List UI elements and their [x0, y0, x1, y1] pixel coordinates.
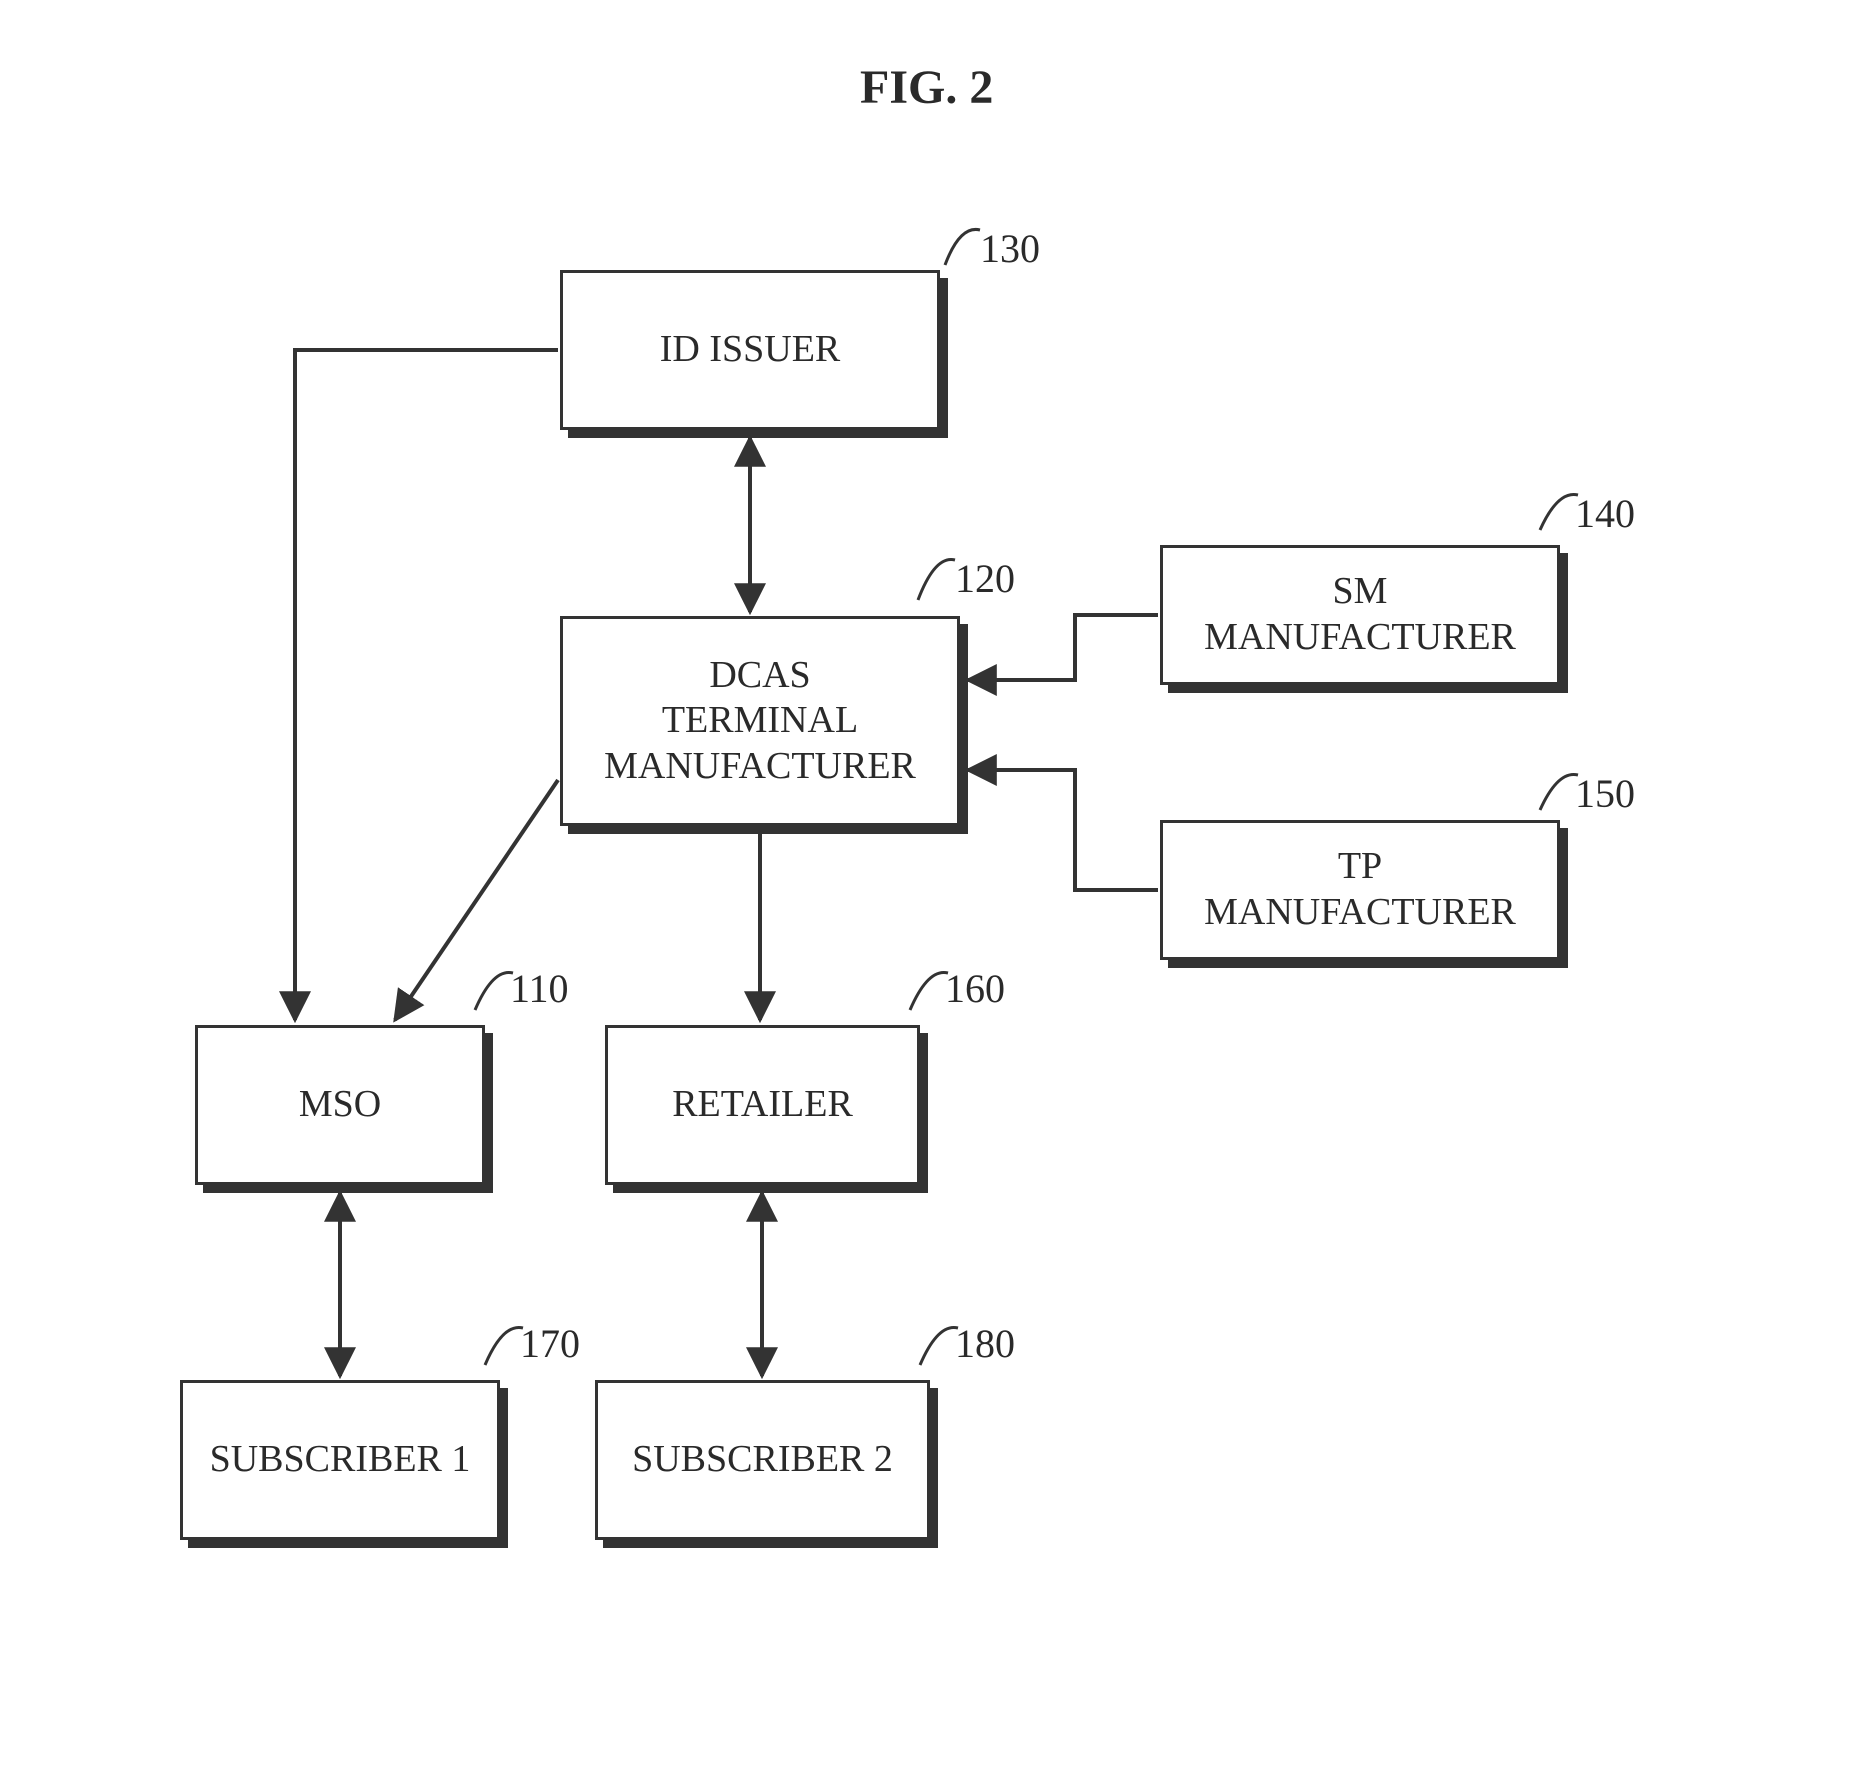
- ref-id-issuer: 130: [980, 225, 1040, 272]
- ref-tp-mfr: 150: [1575, 770, 1635, 817]
- leader-110: [475, 972, 513, 1010]
- ref-dcas: 120: [955, 555, 1015, 602]
- node-label: TPMANUFACTURER: [1204, 844, 1516, 935]
- node-sm-manufacturer: SMMANUFACTURER: [1160, 545, 1560, 685]
- node-mso: MSO: [195, 1025, 485, 1185]
- node-label: DCASTERMINALMANUFACTURER: [604, 653, 916, 790]
- leader-130: [945, 229, 980, 265]
- leader-140: [1540, 494, 1578, 530]
- edge-idissuer-mso: [295, 350, 558, 1020]
- node-dcas-terminal-manufacturer: DCASTERMINALMANUFACTURER: [560, 616, 960, 826]
- node-id-issuer: ID ISSUER: [560, 270, 940, 430]
- ref-mso: 110: [510, 965, 569, 1012]
- node-subscriber-2: SUBSCRIBER 2: [595, 1380, 930, 1540]
- leader-160: [910, 972, 948, 1010]
- figure-title: FIG. 2: [860, 60, 993, 115]
- ref-retailer: 160: [945, 965, 1005, 1012]
- node-retailer: RETAILER: [605, 1025, 920, 1185]
- ref-sub1: 170: [520, 1320, 580, 1367]
- node-subscriber-1: SUBSCRIBER 1: [180, 1380, 500, 1540]
- ref-sm-mfr: 140: [1575, 490, 1635, 537]
- node-label: MSO: [299, 1082, 381, 1128]
- node-label: SUBSCRIBER 1: [210, 1437, 471, 1483]
- leader-170: [485, 1327, 523, 1365]
- node-label: SUBSCRIBER 2: [632, 1437, 893, 1483]
- leader-120: [918, 560, 955, 601]
- edge-tp-dcas: [968, 770, 1158, 890]
- ref-sub2: 180: [955, 1320, 1015, 1367]
- node-label: ID ISSUER: [660, 327, 841, 373]
- node-tp-manufacturer: TPMANUFACTURER: [1160, 820, 1560, 960]
- figure-canvas: FIG. 2 ID ISSUER 130 DCASTERMINALMANUFAC…: [0, 0, 1855, 1769]
- leader-180: [920, 1327, 958, 1365]
- leader-150: [1540, 774, 1578, 810]
- node-label: RETAILER: [672, 1082, 853, 1128]
- node-label: SMMANUFACTURER: [1204, 569, 1516, 660]
- edge-sm-dcas: [968, 615, 1158, 680]
